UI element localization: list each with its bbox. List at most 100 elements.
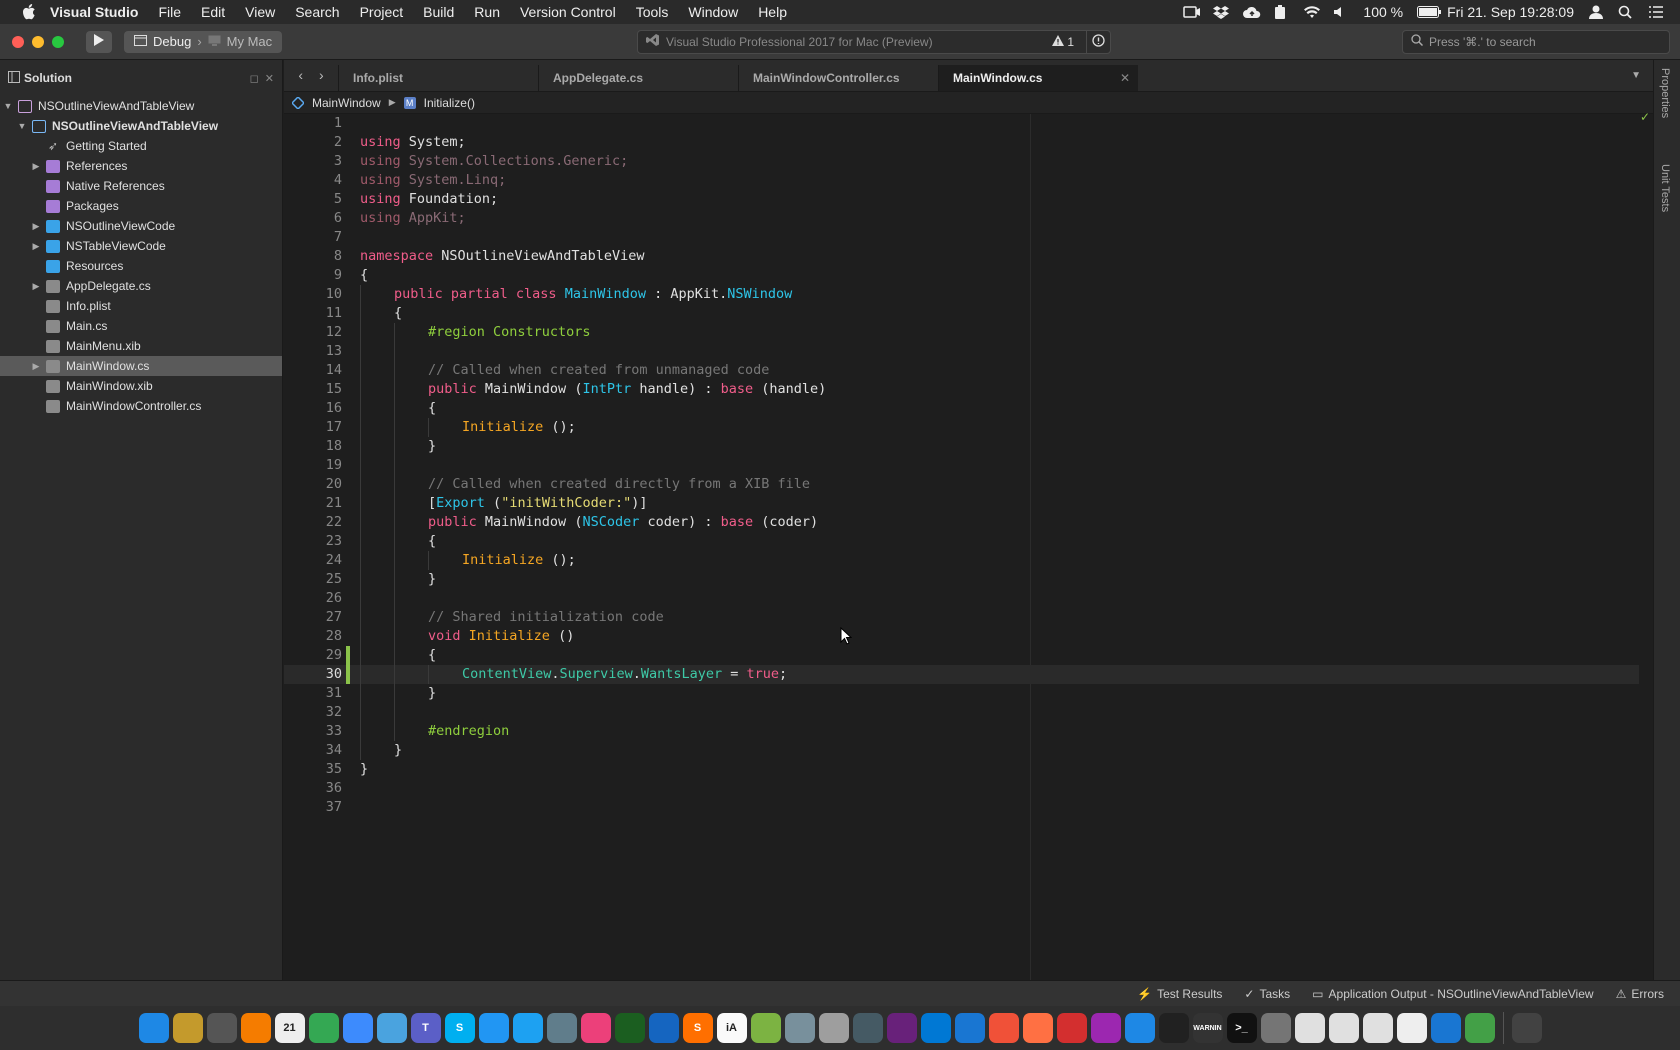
code-line[interactable]: 37 bbox=[284, 798, 1639, 817]
tree-item[interactable]: ▶ NSTableViewCode bbox=[0, 236, 282, 256]
finder-icon[interactable] bbox=[138, 1013, 169, 1043]
home-icon[interactable] bbox=[240, 1013, 271, 1043]
target-label[interactable]: My Mac bbox=[227, 34, 273, 49]
menu-build[interactable]: Build bbox=[423, 4, 454, 20]
volume-icon[interactable] bbox=[1333, 5, 1349, 19]
wifi-icon[interactable] bbox=[1303, 5, 1321, 19]
code-line[interactable]: 21 [Export ("initWithCoder:")] bbox=[284, 494, 1639, 513]
menu-project[interactable]: Project bbox=[360, 4, 404, 20]
tasks-button[interactable]: ✓ Tasks bbox=[1244, 987, 1290, 1001]
code-line[interactable]: 32 bbox=[284, 703, 1639, 722]
tree-item[interactable]: Resources bbox=[0, 256, 282, 276]
tree-item[interactable]: Native References bbox=[0, 176, 282, 196]
code-line[interactable]: 23 { bbox=[284, 532, 1639, 551]
activity-monitor-icon[interactable] bbox=[1158, 1013, 1189, 1043]
code-line[interactable]: 14 // Called when created from unmanaged … bbox=[284, 361, 1639, 380]
twitterrific-icon[interactable] bbox=[512, 1013, 543, 1043]
sync-app-icon[interactable] bbox=[1396, 1013, 1427, 1043]
trash-icon[interactable] bbox=[1511, 1013, 1542, 1043]
clipboard-icon[interactable] bbox=[1273, 5, 1289, 19]
swift-icon[interactable] bbox=[988, 1013, 1019, 1043]
properties-pad-tab[interactable]: Properties bbox=[1659, 68, 1671, 118]
preview-icon[interactable] bbox=[172, 1013, 203, 1043]
tableplus-icon[interactable] bbox=[784, 1013, 815, 1043]
visual-studio-icon[interactable] bbox=[886, 1013, 917, 1043]
tree-item[interactable]: Main.cs bbox=[0, 316, 282, 336]
code-line[interactable]: 9{ bbox=[284, 266, 1639, 285]
dropbox-icon[interactable] bbox=[1213, 5, 1230, 19]
code-line[interactable]: 27 // Shared initialization code bbox=[284, 608, 1639, 627]
skype-icon[interactable]: S bbox=[444, 1013, 475, 1043]
disclosure-closed-icon[interactable]: ▶ bbox=[30, 361, 42, 372]
code-line[interactable]: 15 public MainWindow (IntPtr handle) : ba… bbox=[284, 380, 1639, 399]
messages-icon[interactable] bbox=[478, 1013, 509, 1043]
facetime-icon[interactable] bbox=[1464, 1013, 1495, 1043]
disclosure-open-icon[interactable]: ▼ bbox=[2, 101, 14, 111]
sourcetree-icon[interactable] bbox=[614, 1013, 645, 1043]
code-line[interactable]: 17 Initialize (); bbox=[284, 418, 1639, 437]
search-input[interactable]: Press '⌘.' to search bbox=[1402, 29, 1670, 54]
spotlight-icon[interactable] bbox=[1618, 5, 1634, 19]
document-1-icon[interactable] bbox=[1294, 1013, 1325, 1043]
teams-icon[interactable]: T bbox=[410, 1013, 441, 1043]
menu-version-control[interactable]: Version Control bbox=[520, 4, 616, 20]
apple-icon[interactable] bbox=[20, 3, 38, 21]
minimize-window-button[interactable] bbox=[32, 35, 44, 48]
menu-edit[interactable]: Edit bbox=[201, 4, 225, 20]
configuration-selector[interactable]: Debug › My Mac bbox=[124, 30, 283, 53]
menu-search[interactable]: Search bbox=[295, 4, 339, 20]
code-line[interactable]: 3 using System.Collections.Generic; bbox=[284, 152, 1639, 171]
back-arrow-icon[interactable]: ‹ bbox=[298, 67, 303, 83]
code-line[interactable]: 12 #region Constructors bbox=[284, 323, 1639, 342]
config-label[interactable]: Debug bbox=[153, 34, 191, 49]
unit-tests-pad-tab[interactable]: Unit Tests bbox=[1659, 164, 1671, 212]
disclosure-open-icon[interactable]: ▼ bbox=[16, 121, 28, 131]
code-line[interactable]: 18} bbox=[284, 437, 1639, 456]
run-button[interactable] bbox=[86, 30, 112, 53]
db-app-icon[interactable] bbox=[852, 1013, 883, 1043]
ia-writer-icon[interactable]: iA bbox=[716, 1013, 747, 1043]
taskheat-icon[interactable] bbox=[1090, 1013, 1121, 1043]
tweetbot-icon[interactable] bbox=[376, 1013, 407, 1043]
tree-item[interactable]: ▶ References bbox=[0, 156, 282, 176]
tree-item[interactable]: ▼ NSOutlineViewAndTableView bbox=[0, 116, 282, 136]
code-line[interactable]: 13 bbox=[284, 342, 1639, 361]
menu-file[interactable]: File bbox=[158, 4, 181, 20]
tab-mainwindow-cs[interactable]: MainWindow.cs ✕ bbox=[938, 65, 1138, 91]
coda-icon[interactable] bbox=[750, 1013, 781, 1043]
clock[interactable]: Fri 21. Sep 19:28:09 bbox=[1447, 4, 1574, 20]
code-line[interactable]: 36 bbox=[284, 779, 1639, 798]
code-line[interactable]: 19 bbox=[284, 456, 1639, 475]
zoom-window-button[interactable] bbox=[52, 35, 64, 48]
code-line[interactable]: 29 { bbox=[284, 646, 1639, 665]
launchpad-icon[interactable] bbox=[206, 1013, 237, 1043]
tree-item[interactable]: ▶ AppDelegate.cs bbox=[0, 276, 282, 296]
disclosure-closed-icon[interactable]: ▶ bbox=[30, 221, 42, 232]
disclosure-closed-icon[interactable]: ▶ bbox=[30, 241, 42, 252]
code-line[interactable]: 22 public MainWindow (NSCoder coder) : ba… bbox=[284, 513, 1639, 532]
close-window-button[interactable] bbox=[12, 35, 24, 48]
code-line[interactable]: 33 #endregion bbox=[284, 722, 1639, 741]
dock-pad-icon[interactable]: ◻ bbox=[250, 72, 259, 85]
user-icon[interactable] bbox=[1588, 5, 1604, 19]
code-line[interactable]: 20 // Called when created directly from a… bbox=[284, 475, 1639, 494]
disclosure-closed-icon[interactable]: ▶ bbox=[30, 161, 42, 172]
close-tab-icon[interactable]: ✕ bbox=[1120, 71, 1130, 85]
menu-window[interactable]: Window bbox=[688, 4, 738, 20]
image-capture-icon[interactable] bbox=[546, 1013, 577, 1043]
code-line[interactable]: 26 bbox=[284, 589, 1639, 608]
path-member[interactable]: Initialize() bbox=[424, 96, 475, 110]
edge-app-icon[interactable] bbox=[1430, 1013, 1461, 1043]
code-line[interactable]: 34} bbox=[284, 741, 1639, 760]
code-line[interactable]: 7 bbox=[284, 228, 1639, 247]
chrome-icon[interactable] bbox=[308, 1013, 339, 1043]
tree-item[interactable]: MainWindowController.cs bbox=[0, 396, 282, 416]
code-line[interactable]: 11 { bbox=[284, 304, 1639, 323]
code-line[interactable]: 16 { bbox=[284, 399, 1639, 418]
application-output-button[interactable]: ▭ Application Output - NSOutlineViewAndTa… bbox=[1312, 987, 1593, 1001]
test-results-button[interactable]: ⚡ Test Results bbox=[1137, 987, 1222, 1001]
menu-run[interactable]: Run bbox=[474, 4, 500, 20]
menu-view[interactable]: View bbox=[245, 4, 275, 20]
code-line[interactable]: 1 bbox=[284, 114, 1639, 133]
code-editor[interactable]: 1 2 using System; 3 using System.Collections… bbox=[284, 110, 1653, 980]
